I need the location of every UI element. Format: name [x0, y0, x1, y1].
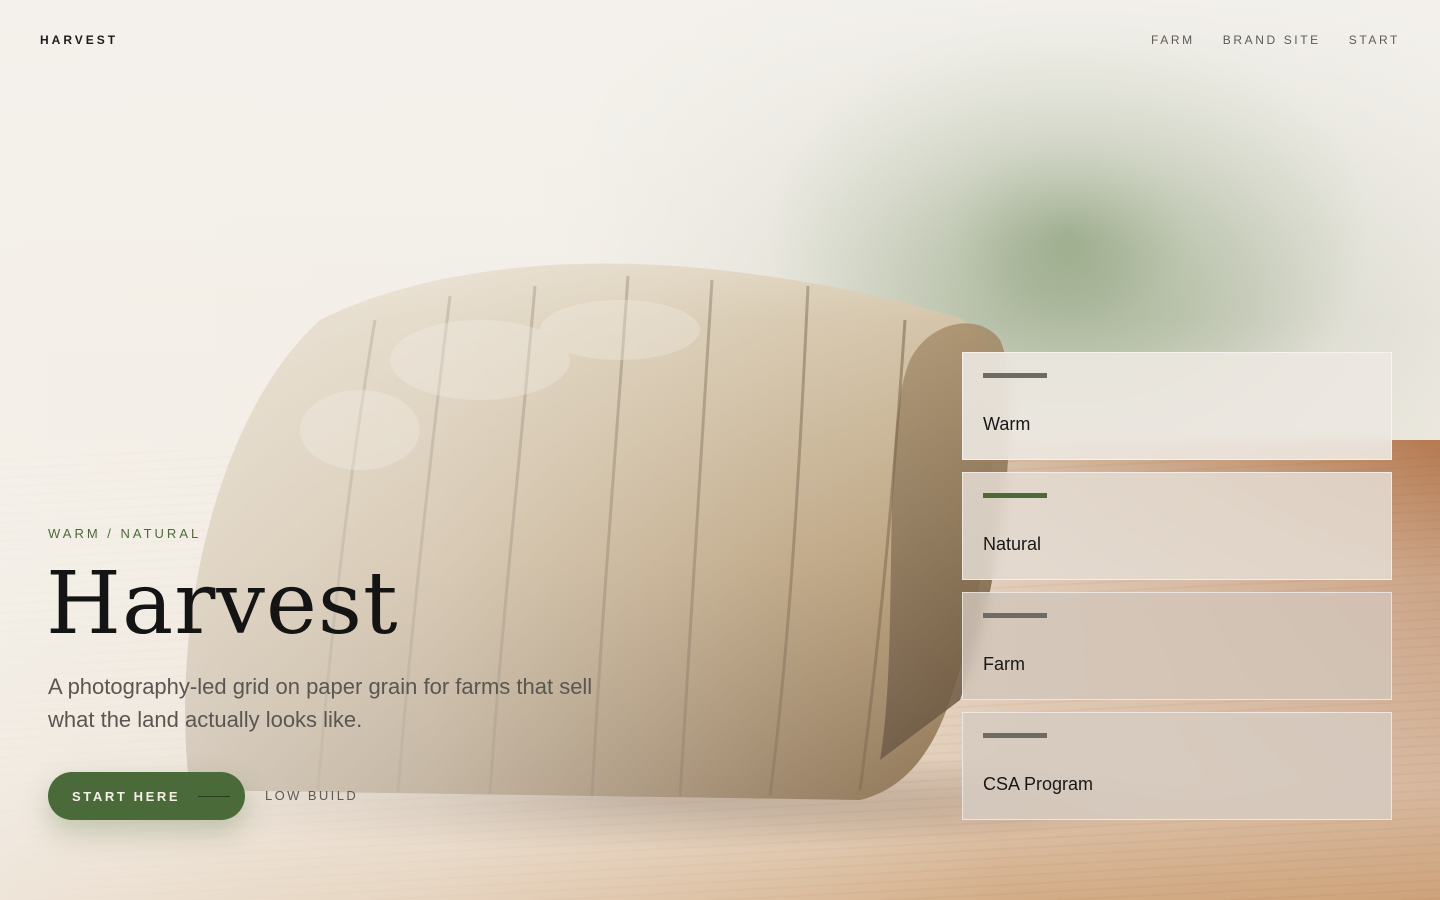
brand-logo[interactable]: HARVEST — [40, 33, 118, 47]
start-here-label: START HERE — [72, 788, 181, 804]
hero-eyebrow: WARM / NATURAL — [48, 526, 202, 541]
nav-item-farm[interactable]: FARM — [1151, 33, 1195, 47]
low-build-link[interactable]: LOW BUILD — [265, 788, 358, 803]
card-label: Warm — [983, 414, 1031, 434]
hero-title: Harvest — [46, 554, 399, 654]
card-farm[interactable]: Farm — [962, 592, 1392, 700]
card-label: CSA Program — [983, 774, 1094, 794]
arrow-line-icon — [198, 795, 231, 797]
card-csa-program[interactable]: CSA Program — [962, 712, 1392, 820]
hero-description: A photography-led grid on paper grain fo… — [48, 674, 593, 732]
card-natural[interactable]: Natural — [962, 472, 1392, 580]
top-fade-overlay — [0, 0, 1440, 320]
card-indicator-bar — [983, 733, 1047, 738]
harvest-page: HARVEST FARM BRAND SITE START WARM / NAT… — [0, 0, 1440, 900]
card-indicator-bar-active — [983, 493, 1047, 498]
nav-item-brand-site[interactable]: BRAND SITE — [1223, 33, 1321, 47]
card-label: Farm — [983, 654, 1025, 674]
card-indicator-bar — [983, 373, 1047, 378]
top-nav: FARM BRAND SITE START — [1151, 33, 1400, 47]
card-indicator-bar — [983, 613, 1047, 618]
card-label: Natural — [983, 534, 1042, 554]
card-warm[interactable]: Warm — [962, 352, 1392, 460]
nav-item-start[interactable]: START — [1349, 33, 1400, 47]
start-here-button[interactable]: START HERE — [48, 772, 245, 820]
